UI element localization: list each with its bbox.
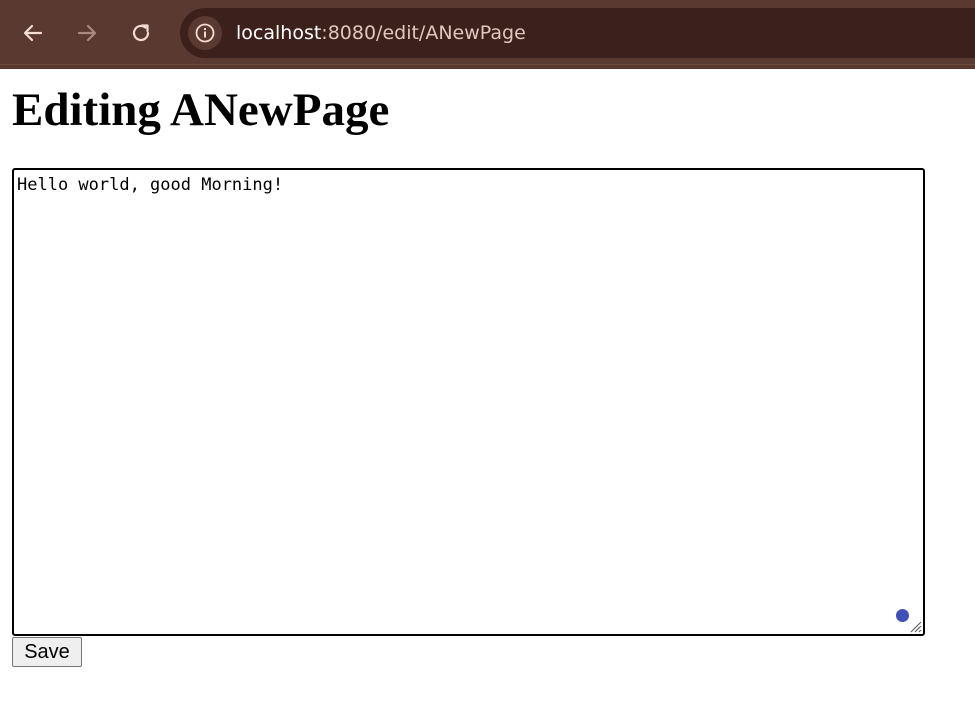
url-text[interactable]: localhost:8080/edit/ANewPage — [236, 21, 526, 45]
address-bar[interactable]: localhost:8080/edit/ANewPage — [180, 8, 975, 58]
back-button[interactable] — [14, 14, 52, 52]
browser-toolbar: localhost:8080/edit/ANewPage — [0, 0, 975, 65]
forward-arrow-icon — [77, 24, 97, 42]
reload-button[interactable] — [122, 14, 160, 52]
forward-button[interactable] — [68, 14, 106, 52]
toolbar-divider — [0, 65, 975, 69]
resize-handle-icon[interactable] — [909, 620, 922, 633]
reload-icon — [132, 24, 150, 42]
back-arrow-icon — [23, 24, 43, 42]
writing-assistant-icon[interactable] — [896, 609, 909, 622]
info-icon — [195, 23, 215, 43]
page-content-editor[interactable] — [12, 168, 925, 636]
url-host: localhost — [236, 22, 322, 44]
url-path: :8080/edit/ANewPage — [321, 22, 526, 44]
site-info-button[interactable] — [188, 16, 222, 50]
page-title: Editing ANewPage — [12, 84, 390, 136]
save-button[interactable]: Save — [12, 637, 82, 667]
